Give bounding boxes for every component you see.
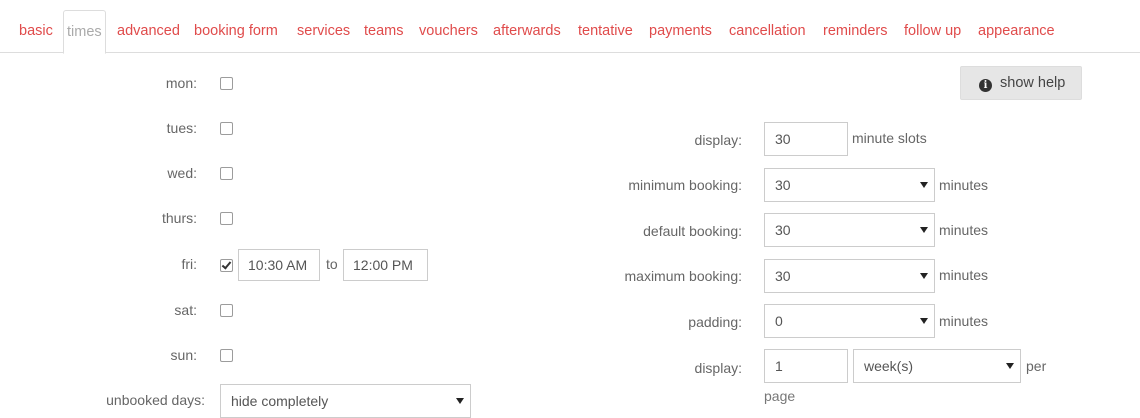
unbooked-days-label: unbooked days: xyxy=(106,392,205,408)
display-slots-label: display: xyxy=(694,132,742,148)
fri-start-time-input[interactable]: 10:30 AM xyxy=(238,249,320,281)
unbooked-days-select[interactable]: hide completely xyxy=(220,384,471,418)
chevron-down-icon xyxy=(920,273,928,279)
display-slots-unit: minute slots xyxy=(852,130,927,146)
day-label-fri: fri: xyxy=(181,256,197,272)
display-period-value: week(s) xyxy=(864,358,914,374)
tab-vouchers[interactable]: vouchers xyxy=(419,10,478,52)
padding-label: padding: xyxy=(688,314,742,330)
display-page-unit: page xyxy=(764,388,796,404)
tab-teams[interactable]: teams xyxy=(364,10,404,52)
day-checkbox-fri[interactable] xyxy=(220,259,233,272)
tab-afterwards[interactable]: afterwards xyxy=(493,10,561,52)
minimum-booking-label: minimum booking: xyxy=(628,177,742,193)
chevron-down-icon xyxy=(920,227,928,233)
tab-services[interactable]: services xyxy=(297,10,350,52)
fri-end-time-input[interactable]: 12:00 PM xyxy=(343,249,428,281)
info-icon: i xyxy=(979,79,992,92)
tab-payments[interactable]: payments xyxy=(649,10,712,52)
display-slots-input[interactable]: 30 xyxy=(764,122,848,156)
tab-advanced[interactable]: advanced xyxy=(117,10,180,52)
day-label-tues: tues: xyxy=(166,120,197,136)
day-label-thurs: thurs: xyxy=(161,210,197,226)
default-booking-unit: minutes xyxy=(939,222,989,238)
padding-select[interactable]: 0 xyxy=(764,304,935,338)
day-checkbox-tues[interactable] xyxy=(220,122,233,135)
day-label-wed: wed: xyxy=(167,165,197,181)
display-period-select[interactable]: week(s) xyxy=(853,349,1021,383)
tab-tentative[interactable]: tentative xyxy=(578,10,633,52)
day-checkbox-wed[interactable] xyxy=(220,167,233,180)
day-checkbox-sat[interactable] xyxy=(220,304,233,317)
show-help-label: show help xyxy=(1000,75,1066,91)
day-label-sun: sun: xyxy=(170,347,197,363)
display-per-page-input[interactable]: 1 xyxy=(764,349,848,383)
day-label-sat: sat: xyxy=(174,302,197,318)
unbooked-days-value: hide completely xyxy=(231,393,329,409)
display-per-unit: per xyxy=(1026,358,1047,374)
time-range-separator: to xyxy=(326,256,338,272)
display-per-page-label: display: xyxy=(694,360,742,376)
chevron-down-icon xyxy=(1006,363,1014,369)
tab-times[interactable]: times xyxy=(63,10,106,54)
tab-basic[interactable]: basic xyxy=(19,10,53,52)
maximum-booking-select[interactable]: 30 xyxy=(764,259,935,293)
day-checkbox-thurs[interactable] xyxy=(220,212,233,225)
padding-unit: minutes xyxy=(939,313,989,329)
settings-tab-bar: basic times advanced booking form servic… xyxy=(0,0,1140,54)
maximum-booking-unit: minutes xyxy=(939,267,989,283)
day-checkbox-mon[interactable] xyxy=(220,77,233,90)
day-label-mon: mon: xyxy=(165,75,197,91)
maximum-booking-value: 30 xyxy=(775,268,791,284)
chevron-down-icon xyxy=(920,318,928,324)
tab-appearance[interactable]: appearance xyxy=(978,10,1055,52)
default-booking-value: 30 xyxy=(775,222,791,238)
minimum-booking-value: 30 xyxy=(775,177,791,193)
tab-follow-up[interactable]: follow up xyxy=(904,10,961,52)
default-booking-label: default booking: xyxy=(643,223,742,239)
tab-cancellation[interactable]: cancellation xyxy=(729,10,806,52)
tab-booking-form[interactable]: booking form xyxy=(194,10,278,52)
padding-value: 0 xyxy=(775,313,783,329)
tab-reminders[interactable]: reminders xyxy=(823,10,887,52)
minimum-booking-unit: minutes xyxy=(939,177,989,193)
chevron-down-icon xyxy=(456,398,464,404)
show-help-button[interactable]: i show help xyxy=(960,66,1082,100)
day-checkbox-sun[interactable] xyxy=(220,349,233,362)
chevron-down-icon xyxy=(920,182,928,188)
minimum-booking-select[interactable]: 30 xyxy=(764,168,935,202)
maximum-booking-label: maximum booking: xyxy=(624,268,743,284)
default-booking-select[interactable]: 30 xyxy=(764,213,935,247)
